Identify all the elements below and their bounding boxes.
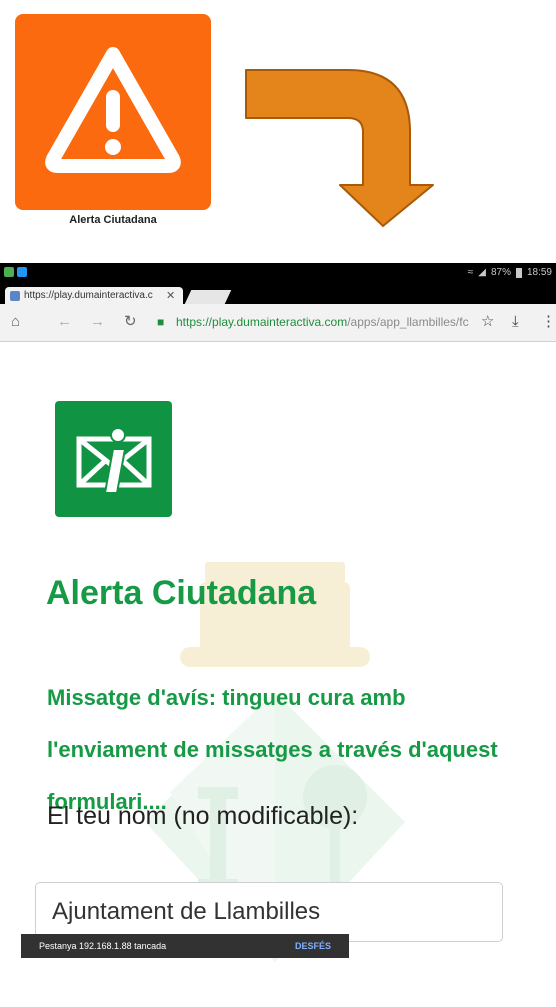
name-field-label: El teu nom (no modificable): <box>47 802 359 830</box>
camera-icon <box>17 267 27 277</box>
snackbar-message: Pestanya 192.168.1.88 tancada <box>39 941 167 951</box>
favicon-icon <box>10 290 20 301</box>
app-icon-tile[interactable] <box>15 14 211 210</box>
menu-icon[interactable]: ⋮ <box>541 313 556 331</box>
page-title: Alerta Ciutadana <box>46 574 317 612</box>
message-info-icon <box>55 401 172 517</box>
name-input[interactable] <box>35 882 503 942</box>
forward-icon[interactable]: → <box>90 313 105 331</box>
new-tab-button[interactable] <box>184 290 232 304</box>
app-icon-label: Alerta Ciutadana <box>69 214 157 226</box>
download-icon[interactable]: ⤓ <box>512 313 519 331</box>
url-path: /apps/app_llambilles/fc <box>347 315 469 329</box>
lock-icon: ■ <box>157 315 165 329</box>
browser-toolbar: ⌂ ← → ↻ ■ https://play.dumainteractiva.c… <box>0 304 556 342</box>
browser-tab[interactable]: https://play.dumainteractiva.c ✕ <box>5 287 183 304</box>
tab-closed-snackbar: Pestanya 192.168.1.88 tancada DESFÉS <box>21 934 349 958</box>
home-icon[interactable]: ⌂ <box>11 313 20 331</box>
status-bar: ≈ ◢ 87% 18:59 <box>0 263 556 284</box>
reload-icon[interactable]: ↻ <box>124 313 137 331</box>
close-tab-icon[interactable]: ✕ <box>166 289 175 302</box>
undo-button[interactable]: DESFÉS <box>295 941 331 951</box>
curved-arrow-icon <box>245 69 434 227</box>
back-icon[interactable]: ← <box>57 313 72 331</box>
notification-icon <box>4 267 14 277</box>
battery-icon <box>515 267 522 278</box>
tab-title: https://play.dumainteractiva.c <box>24 290 153 301</box>
battery-level: 87% <box>490 267 511 278</box>
star-icon[interactable]: ☆ <box>481 313 494 331</box>
clock: 18:59 <box>526 267 552 278</box>
wifi-icon: ≈ <box>467 267 474 278</box>
warning-triangle-icon <box>45 47 181 173</box>
web-page: Alerta Ciutadana Missatge d'avís: tingue… <box>0 342 556 1007</box>
address-bar[interactable]: https://play.dumainteractiva.com/apps/ap… <box>176 315 469 329</box>
url-host: https://play.dumainteractiva.com <box>176 315 348 329</box>
signal-icon: ◢ <box>478 267 486 278</box>
tab-strip: https://play.dumainteractiva.c ✕ <box>0 284 556 304</box>
